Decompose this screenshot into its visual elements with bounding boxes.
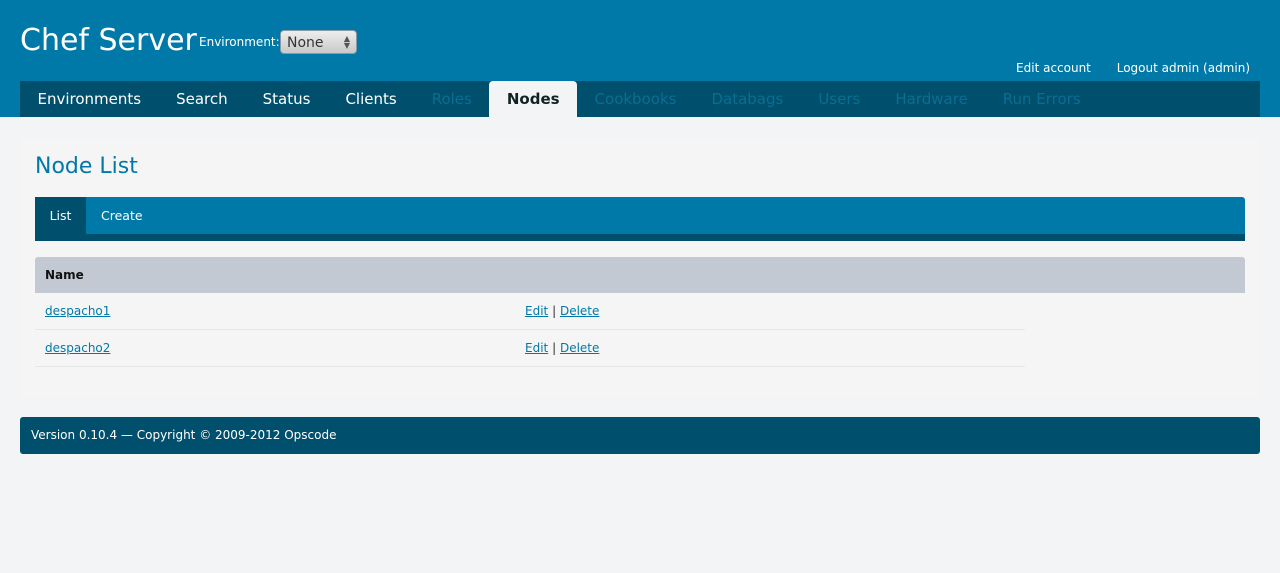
nav-item-status[interactable]: Status <box>245 81 328 117</box>
subtabs-bottom-bar <box>35 234 1245 241</box>
nav-item-nodes[interactable]: Nodes <box>489 81 578 117</box>
user-links: Edit account Logout admin (admin) <box>994 61 1250 75</box>
nav-item-roles[interactable]: Roles <box>414 81 489 117</box>
edit-link[interactable]: Edit <box>525 304 548 318</box>
table-row: despacho2 Edit | Delete <box>35 330 1025 367</box>
node-link[interactable]: despacho2 <box>45 341 110 355</box>
nav-item-run-errors[interactable]: Run Errors <box>985 81 1098 117</box>
select-arrows-icon: ▲ ▼ <box>343 34 350 50</box>
environment-label: Environment: <box>199 35 280 49</box>
delete-link[interactable]: Delete <box>560 341 599 355</box>
nav-item-databags[interactable]: Databags <box>694 81 801 117</box>
nav-item-cookbooks[interactable]: Cookbooks <box>577 81 694 117</box>
footer: Version 0.10.4 — Copyright © 2009-2012 O… <box>20 417 1260 454</box>
main-nav: Environments Search Status Clients Roles… <box>20 81 1260 117</box>
site-title[interactable]: Chef Server <box>20 23 197 58</box>
logout-link[interactable]: Logout admin (admin) <box>1117 61 1250 75</box>
environment-select-value: None <box>287 35 324 51</box>
row-actions: Edit | Delete <box>525 341 599 355</box>
action-separator: | <box>552 341 557 355</box>
tab-list[interactable]: List <box>35 197 86 234</box>
nav-item-users[interactable]: Users <box>801 81 878 117</box>
page-title: Node List <box>35 154 138 179</box>
environment-select[interactable]: None ▲ ▼ <box>280 30 357 54</box>
node-link[interactable]: despacho1 <box>45 304 110 318</box>
action-separator: | <box>552 304 557 318</box>
subtabs: List Create <box>35 197 1245 241</box>
tab-create[interactable]: Create <box>101 197 143 234</box>
edit-link[interactable]: Edit <box>525 341 548 355</box>
nav-item-environments[interactable]: Environments <box>20 81 159 117</box>
nav-item-hardware[interactable]: Hardware <box>878 81 985 117</box>
table-header-name: Name <box>35 257 1245 293</box>
table-row: despacho1 Edit | Delete <box>35 293 1025 330</box>
nav-item-search[interactable]: Search <box>159 81 246 117</box>
header: Chef Server Environment: None ▲ ▼ Edit ac… <box>0 0 1280 117</box>
content-panel: Node List List Create Name despacho1 Edi… <box>20 138 1260 397</box>
nav-item-clients[interactable]: Clients <box>328 81 414 117</box>
row-actions: Edit | Delete <box>525 304 599 318</box>
delete-link[interactable]: Delete <box>560 304 599 318</box>
edit-account-link[interactable]: Edit account <box>1016 61 1091 75</box>
